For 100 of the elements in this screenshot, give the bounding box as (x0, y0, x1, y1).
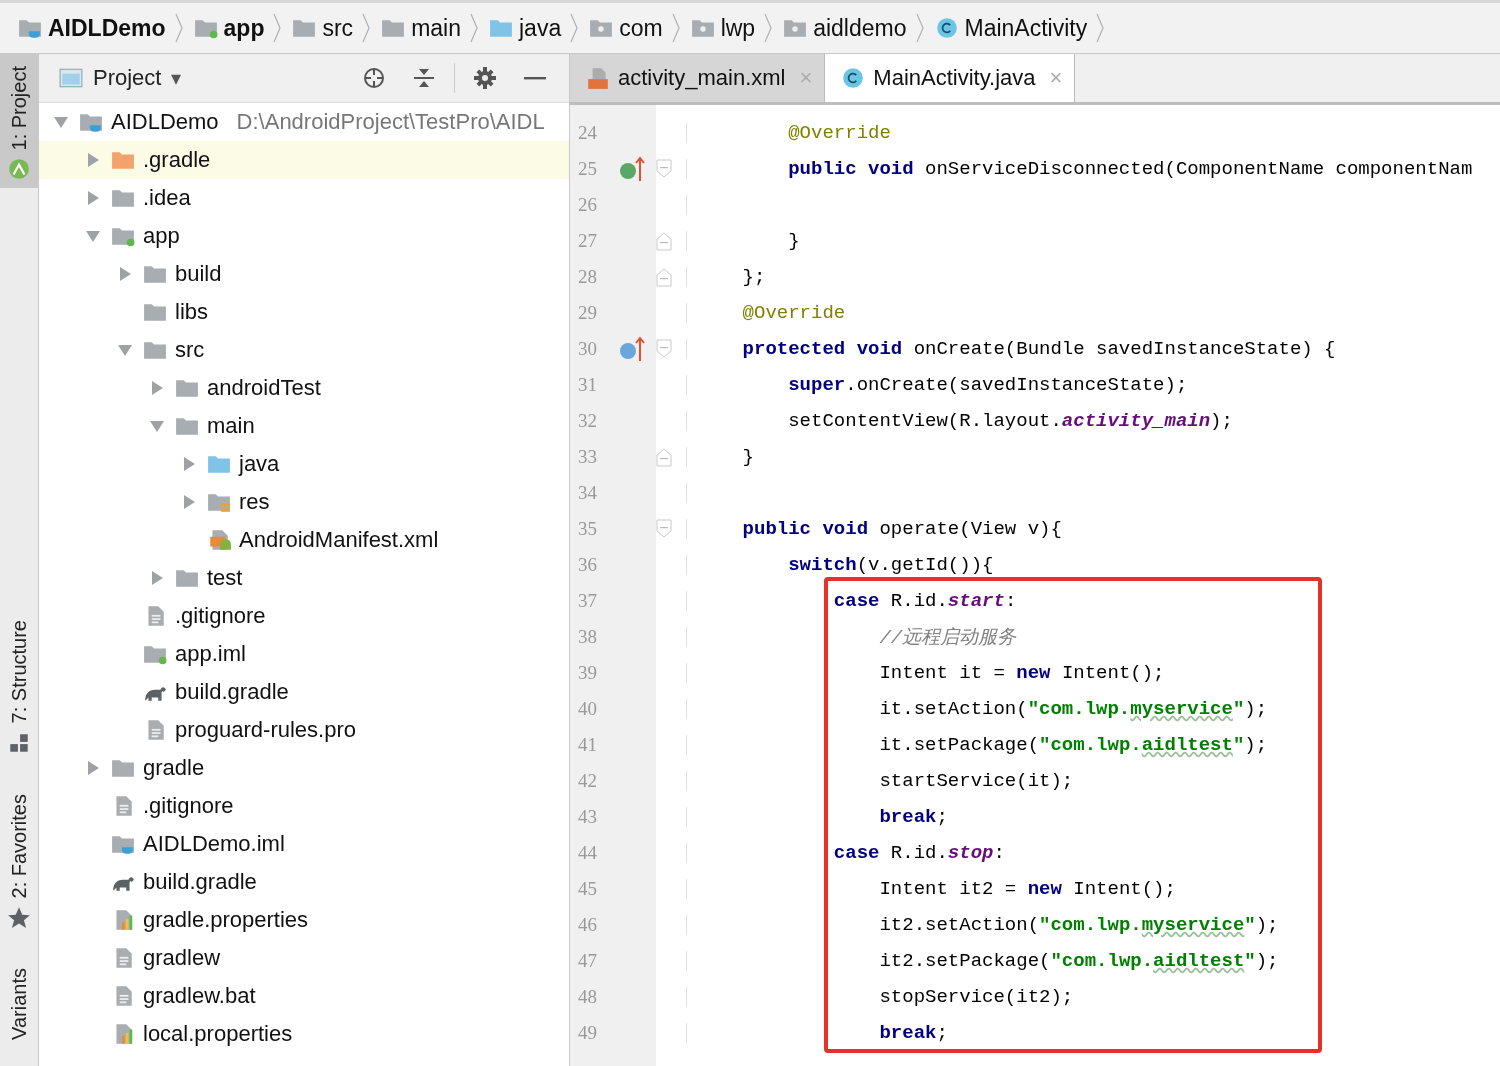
tree-item[interactable]: gradle (39, 749, 569, 787)
line-number: 40 (577, 698, 598, 720)
tree-label: AIDLDemo (111, 109, 219, 135)
panel-title[interactable]: Project (93, 65, 162, 91)
breadcrumb-item[interactable]: MainActivity (964, 14, 1088, 42)
folder-icon (175, 377, 199, 399)
tree-item[interactable]: local.properties (39, 1015, 569, 1053)
xml-file-icon (207, 529, 231, 551)
tree-label: res (239, 489, 270, 515)
breadcrumb-item[interactable]: AIDLDemo (48, 14, 166, 42)
tree-label: build.gradle (143, 869, 257, 895)
tree-item[interactable]: gradle.properties (39, 901, 569, 939)
tool-window-tab[interactable]: 1: Project (0, 54, 38, 189)
breadcrumb-item[interactable]: com (619, 14, 663, 42)
fold-marker-icon[interactable] (656, 447, 672, 467)
tree-item[interactable]: AIDLDemo D:\AndroidProject\TestPro\AIDL (39, 103, 569, 141)
fold-marker-icon[interactable] (656, 231, 672, 251)
crosshair-icon[interactable] (362, 66, 386, 90)
project-folder-icon (111, 833, 135, 855)
folder-icon (143, 263, 167, 285)
editor-tab[interactable]: activity_main.xml × (570, 54, 826, 102)
tree-item[interactable]: java (39, 445, 569, 483)
expand-arrow-icon[interactable] (181, 456, 197, 472)
expand-arrow-icon[interactable] (117, 342, 133, 358)
expand-arrow-icon[interactable] (117, 266, 133, 282)
tree-label: proguard-rules.pro (175, 717, 356, 743)
fold-marker-icon[interactable] (656, 267, 672, 287)
fold-marker-icon[interactable] (656, 159, 672, 179)
tree-item[interactable]: AIDLDemo.iml (39, 825, 569, 863)
implements-marker-icon[interactable] (618, 155, 646, 183)
tree-item[interactable]: .gradle (39, 141, 569, 179)
tree-item[interactable]: res (39, 483, 569, 521)
module-folder-icon (143, 643, 167, 665)
tree-item[interactable]: libs (39, 293, 569, 331)
tree-item[interactable]: main (39, 407, 569, 445)
line-number: 36 (577, 554, 598, 576)
breadcrumb-item[interactable]: java (519, 14, 562, 42)
expand-arrow-icon[interactable] (149, 418, 165, 434)
expand-arrow-icon[interactable] (149, 380, 165, 396)
line-number: 41 (577, 734, 598, 756)
tree-item[interactable]: gradlew (39, 939, 569, 977)
tree-item[interactable]: .gitignore (39, 787, 569, 825)
caret-icon[interactable]: ▾ (171, 66, 182, 90)
tree-item[interactable]: src (39, 331, 569, 369)
android-icon (7, 158, 31, 181)
folder-icon (143, 339, 167, 361)
line-number: 30 (577, 338, 598, 360)
line-number: 29 (577, 302, 598, 324)
tree-item[interactable]: app (39, 217, 569, 255)
folder-icon (292, 17, 317, 39)
folder-icon (175, 567, 199, 589)
tree-item[interactable]: androidTest (39, 369, 569, 407)
breadcrumb-item[interactable]: lwp (720, 14, 756, 42)
tree-label: app.iml (175, 641, 246, 667)
tree-item[interactable]: .idea (39, 179, 569, 217)
expand-arrow-icon[interactable] (85, 152, 101, 168)
expand-arrow-icon[interactable] (181, 494, 197, 510)
tree-item[interactable]: test (39, 559, 569, 597)
breadcrumb-item[interactable]: main (411, 14, 461, 42)
expand-arrow-icon[interactable] (85, 228, 101, 244)
chevron-icon (361, 13, 372, 43)
override-marker-icon[interactable] (618, 335, 646, 363)
tree-label: src (175, 337, 205, 363)
editor-tab[interactable]: MainActivity.java × (825, 54, 1076, 102)
tool-window-tab[interactable]: 7: Structure (0, 608, 38, 762)
expand-arrow-icon[interactable] (149, 570, 165, 586)
tree-label: .gitignore (143, 793, 234, 819)
tree-item[interactable]: AndroidManifest.xml (39, 521, 569, 559)
line-number: 35 (577, 518, 598, 540)
fold-marker-icon[interactable] (656, 519, 672, 539)
expand-arrow-icon[interactable] (53, 114, 69, 130)
collapse-icon[interactable] (412, 66, 436, 90)
code-line: break; (878, 806, 948, 828)
breadcrumb-item[interactable]: aidldemo (813, 14, 907, 42)
code-line: @Override (787, 122, 891, 144)
window-icon (59, 67, 83, 89)
tree-item[interactable]: build (39, 255, 569, 293)
folder-icon (143, 301, 167, 323)
tree-item[interactable]: app.iml (39, 635, 569, 673)
chevron-icon (763, 13, 774, 43)
tree-item[interactable]: .gitignore (39, 597, 569, 635)
line-number: 45 (577, 878, 598, 900)
tree-label: .gradle (143, 147, 211, 173)
code-line: break; (878, 1022, 948, 1044)
settings-icon[interactable] (473, 66, 497, 90)
resource-folder-icon (207, 491, 231, 513)
folder-icon (175, 415, 199, 437)
tool-window-tab[interactable]: 2: Favorites (0, 781, 38, 937)
expand-arrow-icon[interactable] (85, 760, 101, 776)
fold-marker-icon[interactable] (656, 339, 672, 359)
expand-arrow-icon[interactable] (85, 190, 101, 206)
tree-label: .idea (143, 185, 191, 211)
breadcrumb-item[interactable]: src (322, 14, 354, 42)
tree-item[interactable]: proguard-rules.pro (39, 711, 569, 749)
tree-item[interactable]: build.gradle (39, 673, 569, 711)
module-folder-icon (111, 225, 135, 247)
tree-item[interactable]: build.gradle (39, 863, 569, 901)
breadcrumb-item[interactable]: app (223, 14, 265, 42)
tool-window-tab[interactable]: Variants (0, 956, 38, 1049)
tree-item[interactable]: gradlew.bat (39, 977, 569, 1015)
